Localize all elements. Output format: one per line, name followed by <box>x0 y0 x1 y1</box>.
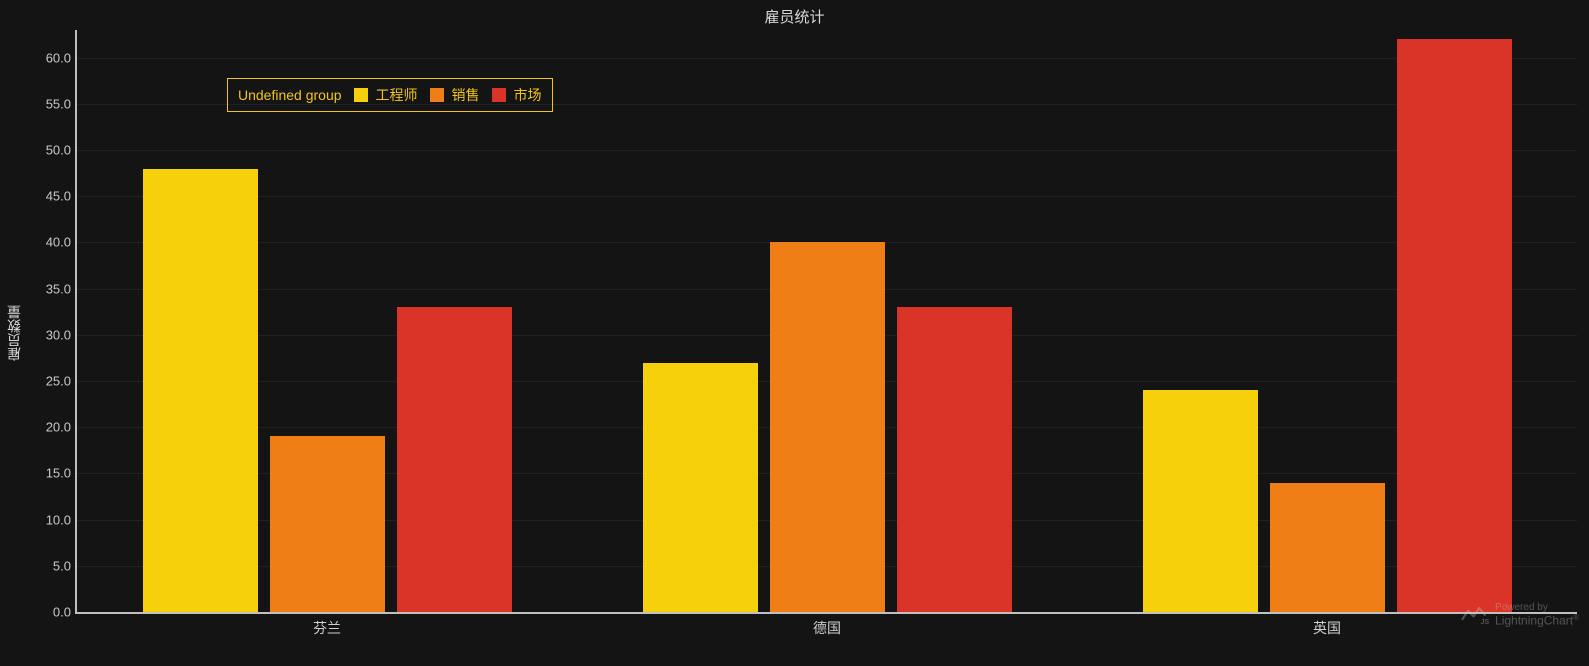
y-tick-label: 20.0 <box>46 420 71 435</box>
grid-line <box>77 150 1577 151</box>
legend-label[interactable]: 市场 <box>514 85 542 105</box>
bar[interactable] <box>1143 390 1258 612</box>
legend[interactable]: Undefined group 工程师 销售 市场 <box>227 78 553 112</box>
legend-swatch <box>492 88 506 102</box>
grid-line <box>77 104 1577 105</box>
watermark-reg: ® <box>1573 613 1579 622</box>
bar[interactable] <box>897 307 1012 612</box>
grid-line <box>77 58 1577 59</box>
y-tick-label: 10.0 <box>46 512 71 527</box>
legend-label[interactable]: 销售 <box>452 85 480 105</box>
y-tick-label: 30.0 <box>46 327 71 342</box>
y-tick-label: 40.0 <box>46 235 71 250</box>
watermark: JS Powered by LightningChart® <box>1461 603 1579 628</box>
legend-label[interactable]: 工程师 <box>376 85 418 105</box>
legend-swatch <box>430 88 444 102</box>
bar[interactable] <box>143 169 258 612</box>
y-tick-label: 25.0 <box>46 374 71 389</box>
chart-title: 雇员统计 <box>0 6 1589 27</box>
y-tick-label: 35.0 <box>46 281 71 296</box>
y-tick-label: 15.0 <box>46 466 71 481</box>
y-tick-label: 0.0 <box>53 605 71 620</box>
y-tick-label: 45.0 <box>46 189 71 204</box>
y-tick-label: 50.0 <box>46 143 71 158</box>
y-tick-label: 55.0 <box>46 96 71 111</box>
grid-line <box>77 612 1577 613</box>
plot-area[interactable]: Undefined group 工程师销售市场 0.05.010.015.020… <box>75 30 1577 614</box>
chart-root: 雇员统计 雇员数量 Undefined group 工程师 销售 市场 0.0 5.0… <box>0 0 1589 666</box>
y-tick-label: 60.0 <box>46 50 71 65</box>
bar[interactable] <box>770 242 885 612</box>
x-category-label: 芬兰 <box>313 618 341 638</box>
x-category-label: 德国 <box>813 618 841 638</box>
legend-swatch <box>354 88 368 102</box>
y-axis-label: 雇员数量 <box>4 305 24 361</box>
bar[interactable] <box>270 436 385 612</box>
x-category-label: 英国 <box>1313 618 1341 638</box>
lightningchart-logo-icon: JS <box>1461 605 1489 625</box>
svg-text:JS: JS <box>1481 620 1489 626</box>
bar[interactable] <box>397 307 512 612</box>
watermark-line1: Powered by <box>1495 603 1579 614</box>
bar[interactable] <box>643 363 758 612</box>
grid-line <box>77 196 1577 197</box>
watermark-line2: LightningChart <box>1495 614 1573 628</box>
legend-title: Undefined group <box>238 87 342 103</box>
y-tick-label: 5.0 <box>53 558 71 573</box>
bar[interactable] <box>1397 39 1512 612</box>
bar[interactable] <box>1270 483 1385 612</box>
